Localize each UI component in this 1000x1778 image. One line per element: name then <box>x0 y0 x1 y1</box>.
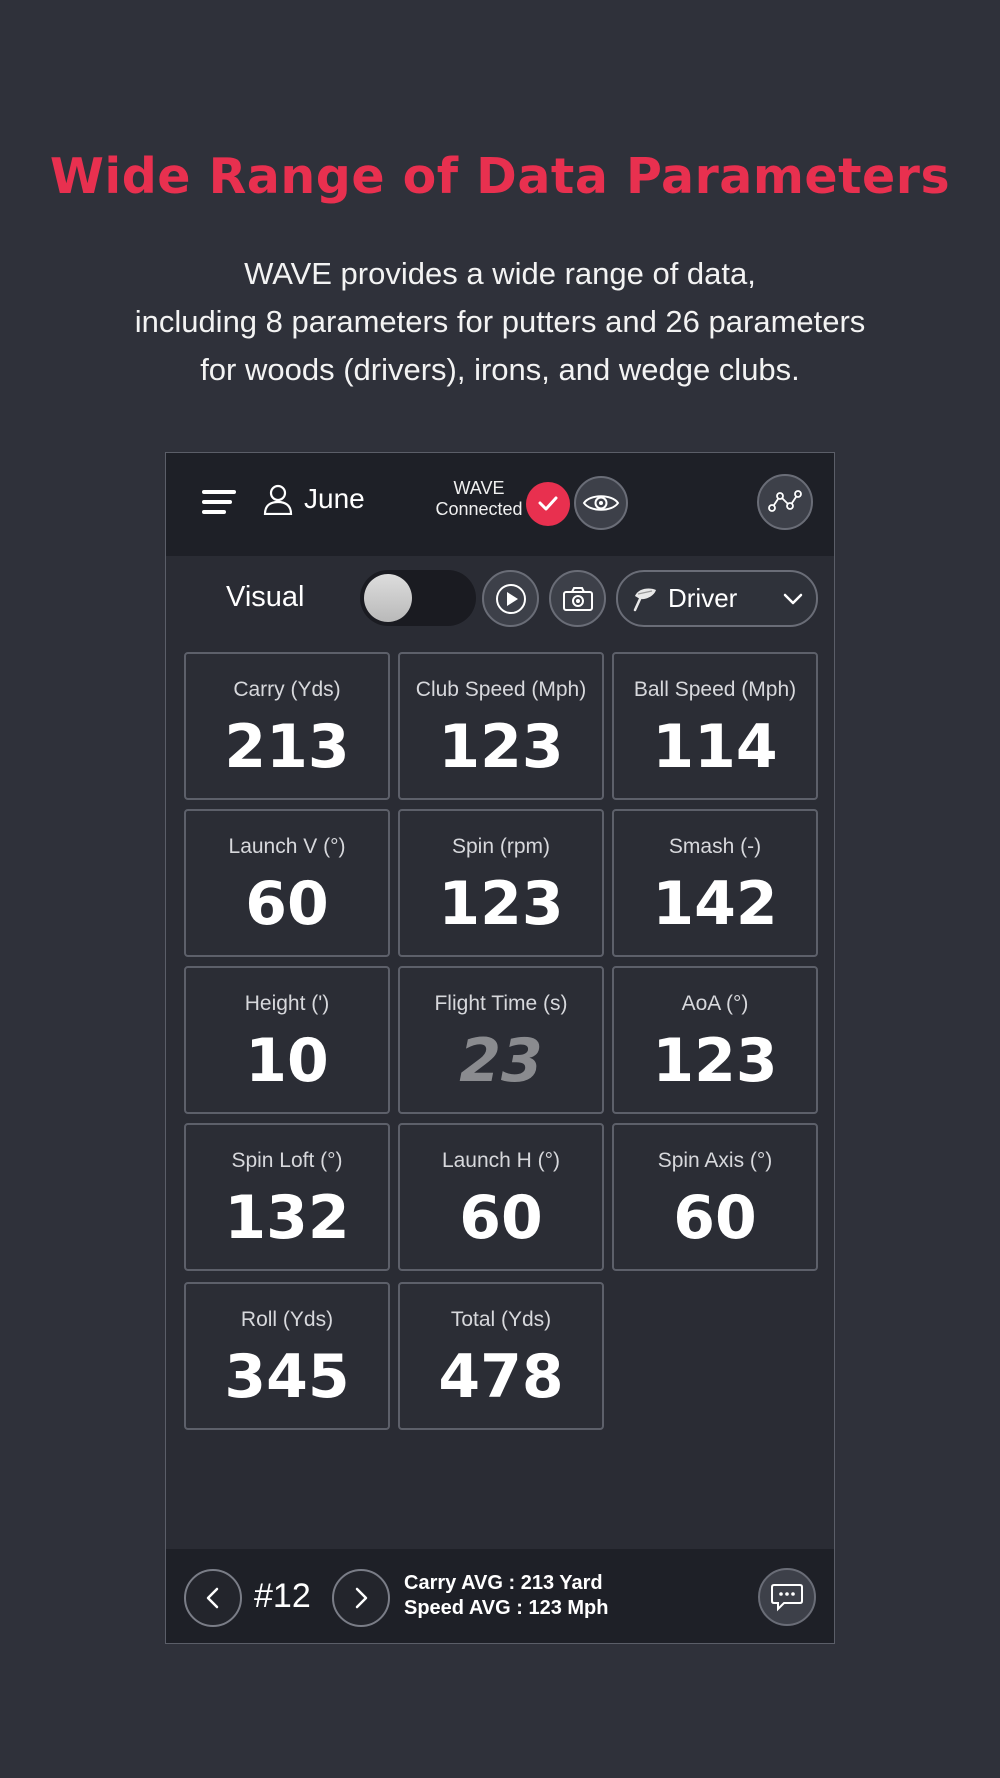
menu-icon[interactable] <box>202 490 236 518</box>
data-tile: Carry (Yds) 213 <box>184 652 390 800</box>
subtitle-line: WAVE provides a wide range of data, <box>244 256 756 291</box>
tile-label: Ball Speed (Mph) <box>633 678 797 701</box>
chat-icon <box>771 1584 803 1612</box>
tile-label: Height (') <box>244 992 330 1015</box>
user-icon[interactable] <box>263 483 293 515</box>
data-tile: Height (') 10 <box>184 966 390 1114</box>
speed-average: Speed AVG : 123 Mph <box>404 1597 609 1619</box>
tile-value: 23 <box>459 1026 543 1096</box>
club-select-value: Driver <box>668 583 738 613</box>
tile-value: 10 <box>245 1026 329 1096</box>
tile-value: 114 <box>652 712 778 782</box>
club-select[interactable]: Driver <box>616 570 818 627</box>
tile-label: Spin (rpm) <box>451 835 551 858</box>
share-nodes-icon <box>768 490 802 512</box>
tile-value: 345 <box>224 1342 350 1412</box>
camera-button[interactable] <box>549 570 606 627</box>
data-tile: Spin Loft (°) 132 <box>184 1123 390 1271</box>
tile-label: Spin Axis (°) <box>657 1149 773 1172</box>
tile-value: 478 <box>438 1342 564 1412</box>
tile-label: Roll (Yds) <box>240 1308 334 1331</box>
data-tile: AoA (°) 123 <box>612 966 818 1114</box>
tile-value: 142 <box>652 869 778 939</box>
camera-icon <box>562 586 593 611</box>
play-button[interactable] <box>482 570 539 627</box>
visual-toggle[interactable] <box>360 570 476 626</box>
data-tile: Club Speed (Mph) 123 <box>398 652 604 800</box>
previous-shot-button[interactable] <box>184 1569 242 1627</box>
data-tile: Smash (-) 142 <box>612 809 818 957</box>
subtitle: WAVE provides a wide range of data, incl… <box>60 250 940 394</box>
tile-label: Spin Loft (°) <box>231 1149 343 1172</box>
tile-label: Club Speed (Mph) <box>415 678 587 701</box>
tile-label: Launch H (°) <box>441 1149 561 1172</box>
tile-value: 60 <box>245 869 329 939</box>
data-tile: Spin Axis (°) 60 <box>612 1123 818 1271</box>
play-icon <box>495 583 526 614</box>
data-tile: Spin (rpm) 123 <box>398 809 604 957</box>
data-tile: Launch V (°) 60 <box>184 809 390 957</box>
tile-value: 60 <box>459 1183 543 1253</box>
tile-label: Flight Time (s) <box>434 992 568 1015</box>
chevron-left-icon <box>206 1587 219 1609</box>
device-status: WAVE Connected <box>414 478 544 520</box>
tile-label: AoA (°) <box>681 992 749 1015</box>
tile-label: Total (Yds) <box>450 1308 552 1331</box>
check-icon <box>538 496 558 511</box>
tile-value: 123 <box>438 712 564 782</box>
device-name: WAVE <box>453 478 505 498</box>
data-tile: Ball Speed (Mph) 114 <box>612 652 818 800</box>
chat-button[interactable] <box>758 1568 816 1626</box>
headline: Wide Range of Data Parameters <box>49 148 951 205</box>
view-button[interactable] <box>574 476 628 530</box>
tile-label: Launch V (°) <box>228 835 346 858</box>
subtitle-line: for woods (drivers), irons, and wedge cl… <box>200 352 800 387</box>
connection-status: Connected <box>435 499 523 519</box>
visual-label: Visual <box>226 581 305 613</box>
carry-average: Carry AVG : 213 Yard <box>404 1572 603 1594</box>
driver-club-icon <box>633 588 656 612</box>
data-tile: Flight Time (s) 23 <box>398 966 604 1114</box>
averages: Carry AVG : 213 Yard Speed AVG : 123 Mph <box>404 1571 608 1621</box>
user-name[interactable]: June <box>304 483 365 515</box>
top-bar: June WAVE Connected <box>166 453 834 556</box>
data-tile: Roll (Yds) 345 <box>184 1282 390 1430</box>
tile-label: Smash (-) <box>668 835 762 858</box>
tile-label: Carry (Yds) <box>233 678 341 701</box>
data-tile: Launch H (°) 60 <box>398 1123 604 1271</box>
shot-number: #12 <box>254 1577 311 1615</box>
tile-value: 123 <box>652 1026 778 1096</box>
data-grid: Carry (Yds) 213 Club Speed (Mph) 123 Bal… <box>184 652 818 1430</box>
data-tile: Total (Yds) 478 <box>398 1282 604 1430</box>
tile-value: 123 <box>438 869 564 939</box>
toggle-knob <box>364 574 412 622</box>
tile-value: 60 <box>673 1183 757 1253</box>
eye-icon <box>582 495 620 511</box>
tile-value: 213 <box>224 712 350 782</box>
bottom-bar: #12 Carry AVG : 213 Yard Speed AVG : 123… <box>166 1549 834 1643</box>
tile-value: 132 <box>224 1183 350 1253</box>
subtitle-line: including 8 parameters for putters and 2… <box>134 304 866 339</box>
chevron-right-icon <box>355 1587 368 1609</box>
trajectory-button[interactable] <box>757 474 813 530</box>
connected-check-button[interactable] <box>526 482 570 526</box>
chevron-down-icon <box>783 593 803 605</box>
next-shot-button[interactable] <box>332 1569 390 1627</box>
app-screen: June WAVE Connected Visual Driver Carry … <box>165 452 835 1644</box>
